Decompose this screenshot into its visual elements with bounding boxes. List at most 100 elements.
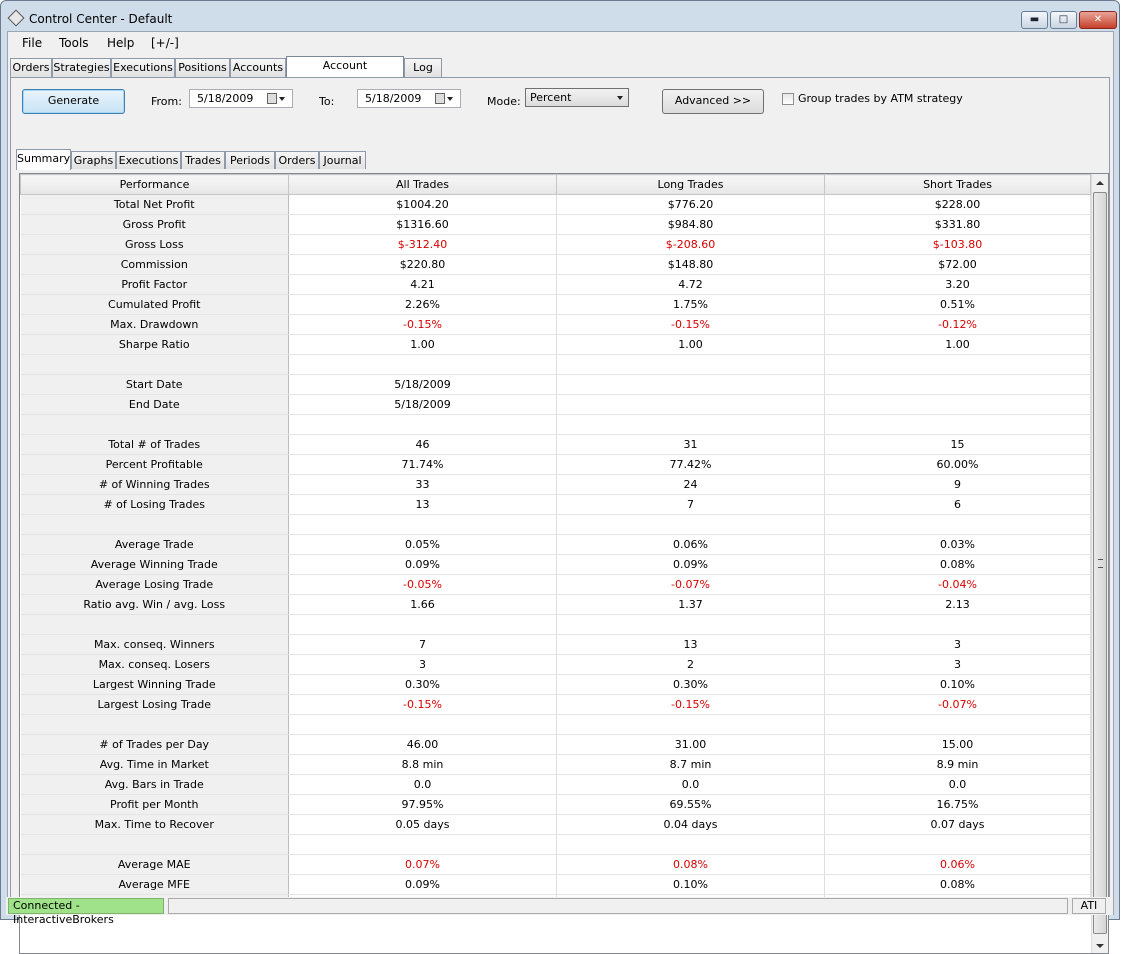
- table-row[interactable]: Average Winning Trade 0.09% 0.09% 0.08%: [20, 554, 1091, 575]
- metric-label: Average MFE: [20, 874, 289, 895]
- minimize-button[interactable]: ▬: [1021, 11, 1048, 29]
- tab-orders[interactable]: Orders: [10, 58, 52, 77]
- tab-accounts[interactable]: Accounts: [230, 58, 286, 77]
- subtab-journal[interactable]: Journal: [319, 151, 366, 169]
- table-row[interactable]: Largest Losing Trade -0.15% -0.15% -0.07%: [20, 694, 1091, 715]
- table-row[interactable]: Avg. Bars in Trade 0.0 0.0 0.0: [20, 774, 1091, 795]
- table-row[interactable]: Max. conseq. Winners 7 13 3: [20, 634, 1091, 655]
- table-row[interactable]: Commission $220.80 $148.80 $72.00: [20, 254, 1091, 275]
- metric-value: 3: [824, 634, 1091, 655]
- calendar-icon[interactable]: [435, 93, 445, 104]
- table-row[interactable]: Average Losing Trade -0.05% -0.07% -0.04%: [20, 574, 1091, 595]
- menu-help[interactable]: Help: [107, 36, 134, 50]
- table-row[interactable]: # of Losing Trades 13 7 6: [20, 494, 1091, 515]
- table-row[interactable]: Cumulated Profit 2.26% 1.75% 0.51%: [20, 294, 1091, 315]
- table-row[interactable]: Average MFE 0.09% 0.10% 0.08%: [20, 874, 1091, 895]
- tab-executions[interactable]: Executions: [111, 58, 175, 77]
- metric-value: 1.75%: [556, 294, 825, 315]
- column-header-short-trades[interactable]: Short Trades: [824, 174, 1091, 195]
- menu-toggle[interactable]: [+/-]: [151, 36, 179, 50]
- menu-tools[interactable]: Tools: [59, 36, 89, 50]
- group-by-atm-checkbox[interactable]: [782, 93, 794, 105]
- title-bar[interactable]: Control Center - Default ▬ □ ✕: [1, 1, 1119, 31]
- table-row[interactable]: Max. Time to Recover 0.05 days 0.04 days 0.…: [20, 814, 1091, 835]
- metric-value: 13: [556, 634, 825, 655]
- tab-log[interactable]: Log: [404, 58, 442, 77]
- metric-value: 46: [288, 434, 557, 455]
- to-date-picker[interactable]: 5/18/2009: [357, 89, 461, 108]
- metric-label: Max. Drawdown: [20, 314, 289, 335]
- table-row[interactable]: Avg. Time in Market 8.8 min 8.7 min 8.9 min: [20, 754, 1091, 775]
- table-row[interactable]: [20, 414, 1091, 435]
- metric-value: [556, 414, 825, 435]
- table-row[interactable]: [20, 834, 1091, 855]
- column-header-performance[interactable]: Performance: [20, 174, 289, 195]
- metric-value: 2.26%: [288, 294, 557, 315]
- dropdown-arrow-icon[interactable]: [279, 97, 285, 101]
- calendar-icon[interactable]: [267, 93, 277, 104]
- table-row[interactable]: [20, 514, 1091, 535]
- metric-label: Total Net Profit: [20, 194, 289, 215]
- column-header-long-trades[interactable]: Long Trades: [556, 174, 825, 195]
- table-row[interactable]: Total # of Trades 46 31 15: [20, 434, 1091, 455]
- table-row[interactable]: # of Trades per Day 46.00 31.00 15.00: [20, 734, 1091, 755]
- table-row[interactable]: [20, 714, 1091, 735]
- scroll-down-icon[interactable]: [1096, 944, 1104, 948]
- mode-select[interactable]: Percent: [525, 88, 629, 107]
- close-button[interactable]: ✕: [1079, 11, 1117, 29]
- table-row[interactable]: Profit per Month 97.95% 69.55% 16.75%: [20, 794, 1091, 815]
- table-row[interactable]: Profit Factor 4.21 4.72 3.20: [20, 274, 1091, 295]
- scroll-up-icon[interactable]: [1096, 181, 1104, 185]
- subtab-summary[interactable]: Summary: [16, 149, 71, 170]
- metric-value: $-103.80: [824, 234, 1091, 255]
- table-row[interactable]: Max. Drawdown -0.15% -0.15% -0.12%: [20, 314, 1091, 335]
- table-row[interactable]: Ratio avg. Win / avg. Loss 1.66 1.37 2.13: [20, 594, 1091, 615]
- subtab-periods[interactable]: Periods: [225, 151, 275, 169]
- vertical-scrollbar[interactable]: [1091, 174, 1108, 953]
- table-row[interactable]: Largest Winning Trade 0.30% 0.30% 0.10%: [20, 674, 1091, 695]
- generate-button[interactable]: Generate: [22, 89, 125, 114]
- table-row[interactable]: Total Net Profit $1004.20 $776.20 $228.00: [20, 194, 1091, 215]
- table-row[interactable]: Percent Profitable 71.74% 77.42% 60.00%: [20, 454, 1091, 475]
- metric-label: # of Trades per Day: [20, 734, 289, 755]
- metric-value: 4.72: [556, 274, 825, 295]
- table-row[interactable]: Average Trade 0.05% 0.06% 0.03%: [20, 534, 1091, 555]
- metric-value: [288, 714, 557, 735]
- table-row[interactable]: Gross Loss $-312.40 $-208.60 $-103.80: [20, 234, 1091, 255]
- maximize-button[interactable]: □: [1050, 11, 1077, 29]
- metric-value: [556, 394, 825, 415]
- menu-file[interactable]: File: [22, 36, 42, 50]
- metric-label: Total # of Trades: [20, 434, 289, 455]
- table-row[interactable]: Average MAE 0.07% 0.08% 0.06%: [20, 854, 1091, 875]
- metric-value: 0.10%: [556, 874, 825, 895]
- scroll-thumb[interactable]: [1093, 192, 1107, 934]
- tab-strategies[interactable]: Strategies: [52, 58, 111, 77]
- tab-positions[interactable]: Positions: [175, 58, 230, 77]
- dropdown-arrow-icon[interactable]: [447, 97, 453, 101]
- subtab-orders[interactable]: Orders: [275, 151, 319, 169]
- table-row[interactable]: Sharpe Ratio 1.00 1.00 1.00: [20, 334, 1091, 355]
- metric-label: # of Losing Trades: [20, 494, 289, 515]
- metric-value: 0.08%: [556, 854, 825, 875]
- from-date-picker[interactable]: 5/18/2009: [189, 89, 293, 108]
- column-header-all-trades[interactable]: All Trades: [288, 174, 557, 195]
- advanced-button[interactable]: Advanced >>: [662, 89, 764, 114]
- metric-value: $72.00: [824, 254, 1091, 275]
- table-row[interactable]: End Date 5/18/2009: [20, 394, 1091, 415]
- subtab-executions[interactable]: Executions: [116, 151, 181, 169]
- metric-label: End Date: [20, 394, 289, 415]
- table-row[interactable]: Max. conseq. Losers 3 2 3: [20, 654, 1091, 675]
- table-row[interactable]: Start Date 5/18/2009: [20, 374, 1091, 395]
- subtab-trades[interactable]: Trades: [181, 151, 225, 169]
- subtab-graphs[interactable]: Graphs: [71, 151, 116, 169]
- mode-value: Percent: [530, 91, 572, 104]
- performance-grid[interactable]: Performance All Trades Long Trades Short…: [19, 173, 1109, 954]
- tab-account-performance[interactable]: Account Performance: [286, 56, 404, 90]
- table-row[interactable]: # of Winning Trades 33 24 9: [20, 474, 1091, 495]
- group-by-atm-label[interactable]: Group trades by ATM strategy: [798, 92, 963, 105]
- table-row[interactable]: Gross Profit $1316.60 $984.80 $331.80: [20, 214, 1091, 235]
- table-row[interactable]: [20, 614, 1091, 635]
- table-row[interactable]: [20, 354, 1091, 375]
- metric-value: $-208.60: [556, 234, 825, 255]
- metric-value: $776.20: [556, 194, 825, 215]
